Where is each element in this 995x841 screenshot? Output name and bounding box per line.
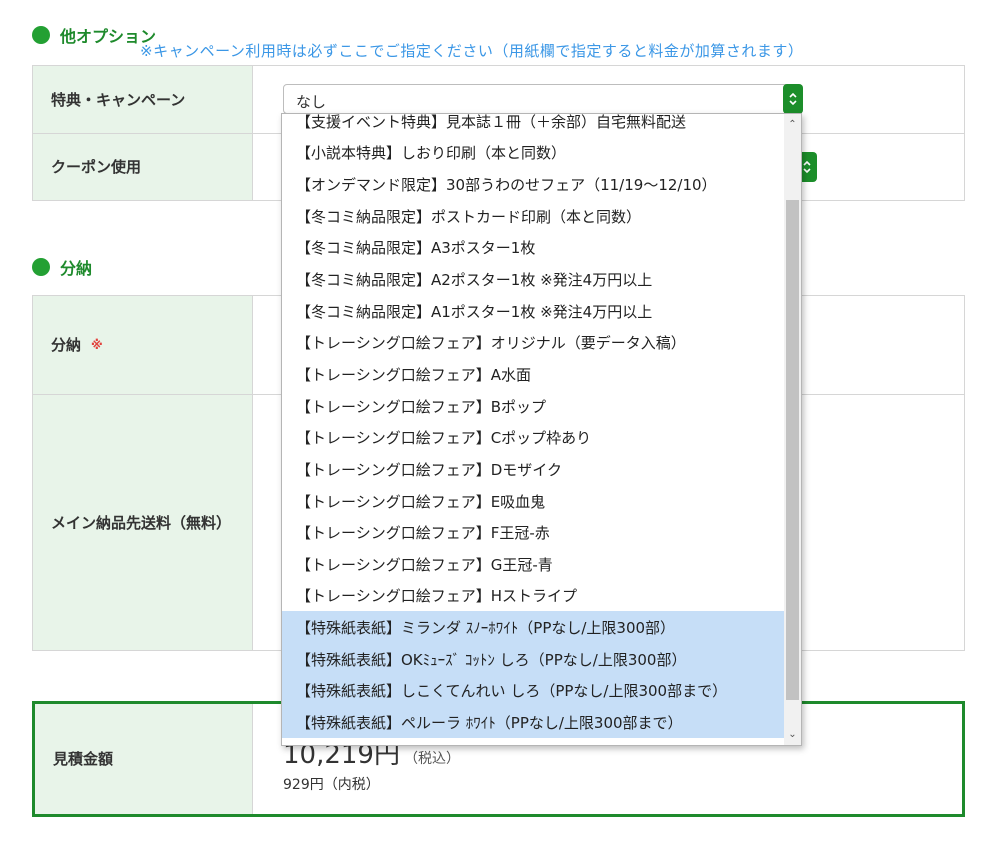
dropdown-option[interactable]: 【トレーシング口絵フェア】A水面: [282, 358, 785, 390]
dropdown-option-highlighted[interactable]: 【特殊紙表紙】OKﾐｭｰｽﾞ ｺｯﾄﾝ しろ（PPなし/上限300部）: [282, 643, 785, 675]
dropdown-option[interactable]: 【支援イベント特典】見本誌１冊（＋余部）自宅無料配送: [282, 114, 785, 137]
estimate-label: 見積金額: [35, 704, 253, 814]
section-title: 分納: [60, 259, 93, 278]
campaign-label: 特典・キャンペーン: [33, 66, 253, 133]
section-header-split: 分納: [32, 255, 92, 279]
dropdown-scrollbar[interactable]: ⌃ ⌄: [784, 114, 801, 745]
dropdown-option-highlighted[interactable]: 【特殊紙表紙】ペルーラ ﾎﾜｲﾄ（PPなし/上限300部まで）: [282, 706, 785, 738]
dropdown-option[interactable]: 【トレーシング口絵フェア】Hストライプ: [282, 579, 785, 611]
dropdown-option[interactable]: 【トレーシング口絵フェア】オリジナル（要データ入稿）: [282, 326, 785, 358]
scrollbar-thumb[interactable]: [786, 200, 799, 700]
dropdown-option[interactable]: 【トレーシング口絵フェア】F王冠-赤: [282, 516, 785, 548]
campaign-dropdown-list[interactable]: 【支援イベント特典】見本誌１冊（＋余部）自宅無料配送 【小説本特典】しおり印刷（…: [281, 113, 802, 746]
dropdown-option[interactable]: 【トレーシング口絵フェア】G王冠-青: [282, 548, 785, 580]
campaign-select[interactable]: なし: [283, 84, 803, 114]
coupon-label: クーポン使用: [33, 134, 253, 200]
dropdown-option[interactable]: 【冬コミ納品限定】A2ポスター1枚 ※発注4万円以上: [282, 263, 785, 295]
required-mark: ※: [91, 338, 103, 352]
scroll-down-icon[interactable]: ⌄: [784, 726, 801, 743]
dropdown-option[interactable]: 【トレーシング口絵フェア】E吸血鬼: [282, 485, 785, 517]
tax-note: （税込）: [403, 751, 460, 767]
dropdown-option[interactable]: 【オンデマンド限定】30部うわのせフェア（11/19〜12/10）: [282, 168, 785, 200]
split-label: 分納 ※: [33, 296, 253, 394]
section-header-options: 他オプション: [32, 23, 156, 47]
section-bullet-icon: [32, 26, 50, 44]
select-arrows-icon[interactable]: [783, 84, 803, 114]
campaign-notice: ※キャンペーン利用時は必ずここでご指定ください（用紙欄で指定すると料金が加算され…: [140, 42, 804, 60]
dropdown-option[interactable]: 【トレーシング口絵フェア】Cポップ枠あり: [282, 421, 785, 453]
campaign-select-value: なし: [296, 93, 327, 111]
dropdown-option[interactable]: 【トレーシング口絵フェア】Bポップ: [282, 390, 785, 422]
main-delivery-label: メイン納品先送料（無料）: [33, 395, 253, 650]
section-bullet-icon: [32, 258, 50, 276]
dropdown-option[interactable]: 【冬コミ納品限定】A1ポスター1枚 ※発注4万円以上: [282, 295, 785, 327]
estimate-tax-inner: 929円（内税）: [283, 777, 380, 793]
dropdown-option[interactable]: 【トレーシング口絵フェア】Dモザイク: [282, 453, 785, 485]
split-label-text: 分納: [51, 336, 82, 354]
dropdown-option[interactable]: 【小説本特典】しおり印刷（本と同数）: [282, 136, 785, 168]
dropdown-option[interactable]: 【冬コミ納品限定】A3ポスター1枚: [282, 231, 785, 263]
dropdown-option-highlighted[interactable]: 【特殊紙表紙】しこくてんれい しろ（PPなし/上限300部まで）: [282, 674, 785, 706]
dropdown-option-highlighted[interactable]: 【特殊紙表紙】ミランダ ｽﾉｰﾎﾜｲﾄ（PPなし/上限300部）: [282, 611, 785, 643]
dropdown-option[interactable]: 【冬コミ納品限定】ポストカード印刷（本と同数）: [282, 200, 785, 232]
scroll-up-icon[interactable]: ⌃: [784, 116, 801, 133]
